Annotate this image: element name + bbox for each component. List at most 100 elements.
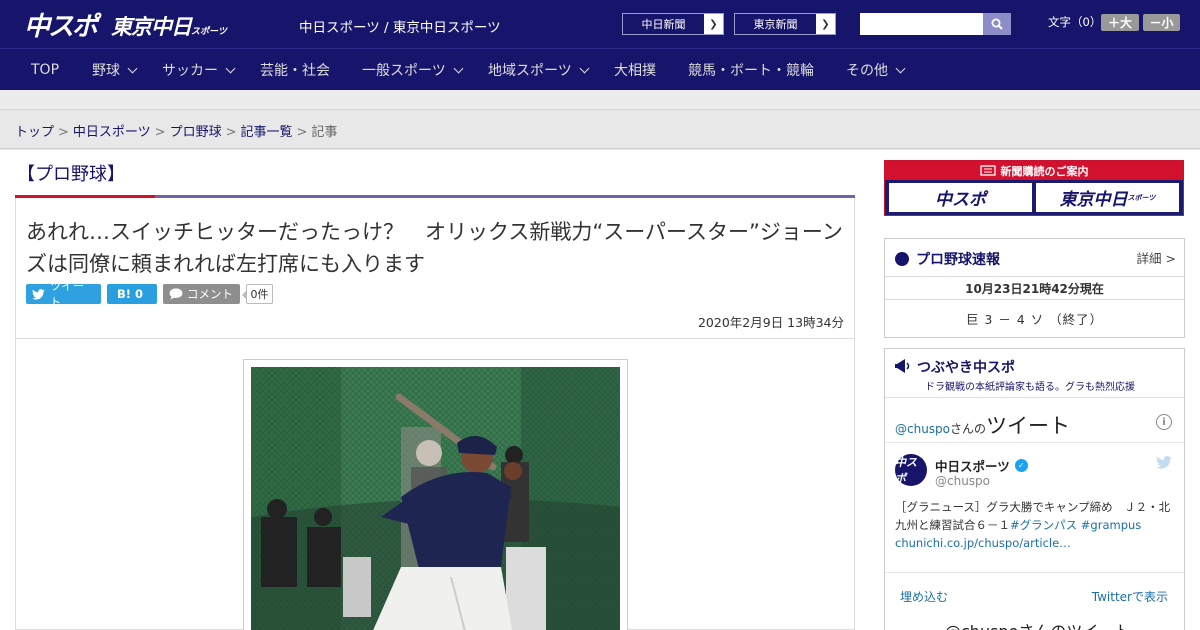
site-name: 中日スポーツ / 東京中日スポーツ (299, 20, 501, 36)
tokyo-shimbun-label: 東京新聞 (753, 18, 798, 31)
twitter-bird-icon[interactable] (1156, 456, 1172, 473)
hatena-bookmark-button[interactable]: B! 0 (107, 284, 157, 304)
subscription-banner[interactable]: 新聞購読のご案内 中スポ 東京中日 スポーツ (884, 160, 1184, 216)
nav-racing[interactable]: 競馬・ボート・競輪 (688, 49, 814, 91)
article-photo-frame (243, 359, 628, 630)
embed-link[interactable]: 埋め込む (900, 588, 948, 605)
comment-button[interactable]: コメント (163, 284, 240, 304)
twitter-widget-subtitle: ドラ観戦の本紙評論家も語る。グラも熱烈応援 (925, 382, 1135, 393)
subscribe-tokyo-chunichi-link[interactable]: 東京中日 スポーツ (1036, 183, 1179, 212)
chevron-down-icon (453, 63, 464, 73)
tweet-embed: @chuspoさんのツイート i 中スポ 中日スポーツ ✓ @chuspo ［グラ… (885, 397, 1184, 630)
nav-top[interactable]: TOP (31, 49, 59, 91)
article-photo[interactable] (251, 367, 620, 630)
subscription-title: 新聞購読のご案内 (1000, 164, 1089, 178)
chunichi-shimbun-label: 中日新聞 (641, 18, 686, 31)
main-nav: TOP 野球 サッカー 芸能・社会 一般スポーツ 地域スポーツ 大相撲 競馬・ボ… (0, 48, 1200, 90)
tweet-hashtag[interactable]: #grampus (1081, 518, 1142, 532)
nav-label: 芸能・社会 (260, 63, 330, 79)
nav-general-sports[interactable]: 一般スポーツ (362, 49, 464, 91)
tweet-text: ［グラニュース］グラ大勝でキャンプ締め Ｊ２・北九州と練習試合６－１#グランパス… (895, 498, 1175, 552)
chevron-right-icon: ❯ (816, 14, 835, 34)
hatena-bookmark-label: B! 0 (117, 287, 144, 301)
breadcrumb-top[interactable]: トップ (15, 125, 54, 140)
article-title: あれれ…スイッチヒッターだったっけ？ オリックス新戦力“スーパースター”ジョーン… (26, 220, 843, 276)
score-box-title: プロ野球速報 (895, 249, 1000, 269)
tweet-divider (885, 442, 1184, 443)
top-bar: 中スポ 東京中日スポーツ 中日スポーツ / 東京中日スポーツ 中日新聞 ❯ 東京… (0, 0, 1200, 48)
tweet-author-handle[interactable]: @chuspo (935, 474, 990, 488)
breadcrumb-separator: > (225, 125, 237, 140)
tweet-header-suffix: さんの (950, 422, 987, 436)
nav-label: サッカー (162, 63, 218, 79)
newspaper-icon (979, 165, 996, 176)
chevron-down-icon (579, 63, 590, 73)
score-game-result[interactable]: 巨 3 － 4 ソ （終了） (885, 309, 1184, 328)
nav-sumo[interactable]: 大相撲 (614, 49, 656, 91)
search-button[interactable] (983, 13, 1011, 35)
baseball-icon (895, 252, 909, 266)
nav-label: TOP (31, 62, 60, 78)
search-input[interactable] (860, 13, 983, 35)
twitter-bird-icon (32, 288, 45, 300)
article-date: 2020年2月9日 13時34分 (697, 315, 844, 330)
breadcrumb-current: 記事 (311, 125, 338, 140)
score-timestamp: 10月23日21時42分現在 (885, 276, 1184, 300)
font-decrease-button[interactable]: －小 (1143, 14, 1180, 31)
breadcrumb-article-list[interactable]: 記事一覧 (241, 125, 293, 140)
breadcrumb-bar: トップ > 中日スポーツ > プロ野球 > 記事一覧 > 記事 (0, 111, 1200, 149)
article-header: あれれ…スイッチヒッターだったっけ？ オリックス新戦力“スーパースター”ジョーン… (16, 198, 854, 339)
tweet-link[interactable]: chunichi.co.jp/chuspo/article… (895, 536, 1071, 550)
search-icon (991, 18, 1003, 30)
chevron-right-icon: ❯ (704, 14, 723, 34)
nav-baseball[interactable]: 野球 (92, 49, 138, 91)
nav-soccer[interactable]: サッカー (162, 49, 236, 91)
breadcrumb-pro-baseball[interactable]: プロ野球 (170, 125, 222, 140)
nav-label: 地域スポーツ (488, 63, 572, 79)
comment-bubble-icon (169, 288, 183, 300)
chuspo-logo[interactable]: 中スポ (24, 6, 98, 43)
tweet-header-title: ツイート (986, 414, 1071, 438)
view-on-twitter-link[interactable]: Twitterで表示 (1092, 588, 1168, 605)
category-label: 【プロ野球】 (17, 164, 125, 185)
tweet-hashtag[interactable]: #グランパス (1010, 518, 1077, 532)
tokyo-shimbun-link[interactable]: 東京新聞 ❯ (734, 13, 836, 35)
tweet-embed-header: @chuspoさんのツイート (895, 410, 1070, 440)
sub-bar (0, 90, 1200, 110)
article: あれれ…スイッチヒッターだったっけ？ オリックス新戦力“スーパースター”ジョーン… (15, 198, 855, 630)
twitter-widget-title-text: つぶやき中スポ (917, 360, 1015, 376)
twitter-widget-title: つぶやき中スポ (895, 357, 1015, 377)
batting-practice-photo (251, 367, 620, 630)
breadcrumb: トップ > 中日スポーツ > プロ野球 > 記事一覧 > 記事 (15, 121, 337, 140)
tweet-author-name[interactable]: 中日スポーツ ✓ (935, 456, 1028, 475)
nav-label: 一般スポーツ (362, 63, 446, 79)
tweet-header-handle[interactable]: @chuspo (895, 422, 950, 436)
nav-other[interactable]: その他 (846, 49, 906, 91)
tweet-divider (885, 572, 1184, 573)
tokyo-chunichi-logo-text: 東京中日 (111, 15, 192, 39)
megaphone-icon (895, 359, 910, 373)
info-icon[interactable]: i (1156, 414, 1172, 430)
tweet-label: ツイート (49, 279, 85, 309)
tokyo-chunichi-logo[interactable]: 東京中日スポーツ (111, 11, 227, 41)
verified-badge-icon: ✓ (1014, 459, 1028, 472)
avatar[interactable]: 中スポ (895, 454, 927, 486)
chevron-down-icon (225, 63, 236, 73)
tweet-author-name-text: 中日スポーツ (935, 459, 1010, 474)
chunichi-shimbun-link[interactable]: 中日新聞 ❯ (622, 13, 724, 35)
comment-count: 0件 (242, 284, 273, 304)
breadcrumb-separator: > (154, 125, 166, 140)
breadcrumb-chuspo[interactable]: 中日スポーツ (73, 125, 151, 140)
nav-entertainment[interactable]: 芸能・社会 (260, 49, 330, 91)
baseball-score-box: プロ野球速報 詳細 > 10月23日21時42分現在 巨 3 － 4 ソ （終了… (884, 238, 1185, 338)
nav-label: 野球 (92, 63, 120, 79)
subscribe-chuspo-link[interactable]: 中スポ (889, 183, 1032, 212)
nav-local-sports[interactable]: 地域スポーツ (488, 49, 590, 91)
font-increase-button[interactable]: ＋大 (1101, 14, 1139, 31)
chevron-down-icon (127, 63, 138, 73)
breadcrumb-separator: > (296, 125, 308, 140)
tokyo-chunichi-logo-small: スポーツ (191, 27, 227, 37)
score-detail-link[interactable]: 詳細 > (1137, 248, 1176, 267)
tweet-button[interactable]: ツイート (26, 279, 101, 309)
breadcrumb-separator: > (58, 125, 69, 140)
